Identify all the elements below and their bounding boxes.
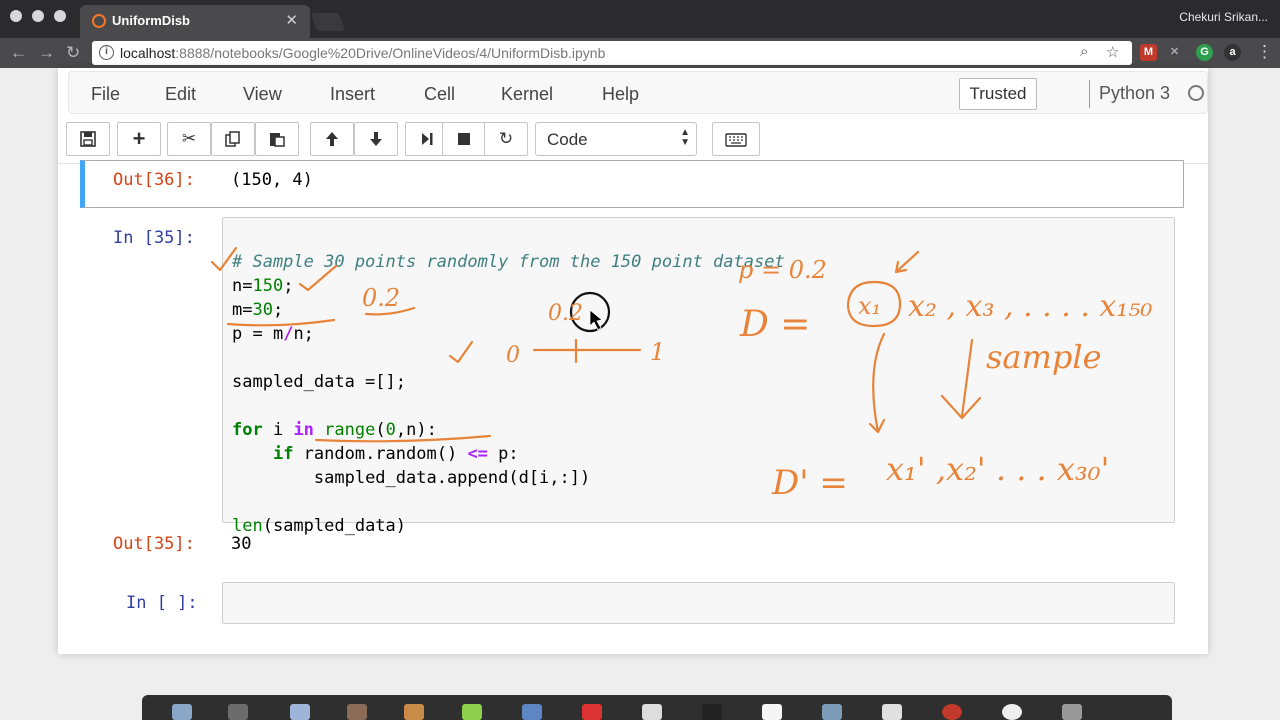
code-cell-input[interactable]: # Sample 30 points randomly from the 150… (222, 217, 1175, 536)
highlighter-tool-icon[interactable] (462, 704, 482, 720)
kernel-name[interactable]: Python 3 (1099, 83, 1170, 104)
select-arrows-icon: ▲ ▼ (680, 127, 690, 148)
pin-tool-icon[interactable] (582, 704, 602, 720)
move-down-button[interactable] (354, 122, 398, 156)
dock-app-icon[interactable] (228, 704, 248, 720)
notebook-header: File Edit View Insert Cell Kernel Help T… (58, 68, 1208, 164)
extension-x-icon[interactable]: ✕ (1166, 44, 1183, 61)
notebook-page: File Edit View Insert Cell Kernel Help T… (58, 68, 1208, 654)
paste-icon (270, 133, 285, 147)
dock-app-icon[interactable] (882, 704, 902, 720)
dock-app-icon[interactable] (347, 704, 367, 720)
tab-title: UniformDisb (112, 13, 190, 28)
save-icon (80, 131, 96, 147)
in-prompt-empty: In [ ]: (126, 593, 198, 613)
menu-file[interactable]: File (91, 84, 120, 105)
dock-app-icon[interactable] (822, 704, 842, 720)
back-icon[interactable]: ← (10, 43, 27, 63)
eraser-tool-icon[interactable] (642, 704, 662, 720)
cut-button[interactable]: ✂ (167, 122, 211, 156)
cell-type-value: Code (547, 130, 588, 149)
browser-tab[interactable]: UniformDisb ✕ (80, 5, 310, 38)
pencil-tool-icon[interactable] (404, 704, 424, 720)
extension-g-icon[interactable]: G (1196, 44, 1213, 61)
move-up-button[interactable] (310, 122, 354, 156)
step-forward-icon (422, 133, 433, 145)
code-comment: # Sample 30 points randomly from the 150… (232, 252, 785, 272)
annotation-dock (142, 695, 1172, 720)
out-prompt-35: Out[35]: (113, 534, 195, 554)
stop-icon (458, 133, 470, 145)
zoom-icon[interactable]: ⌕ (1080, 43, 1088, 60)
menu-edit[interactable]: Edit (165, 84, 196, 105)
dock-app-icon[interactable] (290, 704, 310, 720)
kernel-idle-icon (1188, 85, 1204, 101)
settings-gear-icon[interactable] (1062, 704, 1082, 720)
bookmark-star-icon[interactable]: ☆ (1106, 43, 1119, 61)
whiteboard-tool-icon[interactable] (762, 704, 782, 720)
address-bar: ← → ↻ i localhost:8888/notebooks/Google%… (0, 38, 1280, 68)
refresh-icon: ↻ (498, 129, 514, 148)
browser-tab-strip: UniformDisb ✕ Chekuri Srikan... (0, 0, 1280, 38)
pointer-tool-icon[interactable] (702, 704, 722, 720)
amazon-extension-icon[interactable]: a (1224, 44, 1241, 61)
paste-button[interactable] (255, 122, 299, 156)
output-35: 30 (231, 534, 252, 554)
new-tab-button[interactable] (310, 13, 346, 31)
url-field[interactable]: i localhost:8888/notebooks/Google%20Driv… (92, 41, 1132, 65)
info-icon[interactable]: i (99, 45, 114, 60)
plus-icon: + (132, 126, 146, 151)
jupyter-favicon-icon (92, 14, 106, 28)
forward-icon[interactable]: → (38, 43, 55, 63)
menu-help[interactable]: Help (602, 84, 639, 105)
restart-kernel-button[interactable]: ↻ (484, 122, 528, 156)
record-icon[interactable] (942, 704, 962, 720)
menu-insert[interactable]: Insert (330, 84, 375, 105)
copy-icon (225, 131, 240, 147)
menu-view[interactable]: View (243, 84, 282, 105)
browser-menu-icon[interactable]: ⋮ (1256, 42, 1273, 62)
reload-icon[interactable]: ↻ (66, 43, 80, 63)
output-36: (150, 4) (231, 170, 313, 190)
dock-app-icon[interactable] (172, 704, 192, 720)
profile-name[interactable]: Chekuri Srikan... (1179, 10, 1268, 24)
empty-code-cell[interactable] (222, 582, 1175, 624)
insert-cell-button[interactable]: + (117, 122, 161, 156)
code-block: # Sample 30 points randomly from the 150… (232, 252, 785, 536)
in-prompt-35: In [35]: (113, 228, 195, 248)
gmail-extension-icon[interactable]: M (1140, 44, 1157, 61)
tab-close-icon[interactable]: ✕ (285, 11, 298, 29)
menu-kernel[interactable]: Kernel (501, 84, 553, 105)
arrow-up-icon (326, 132, 338, 146)
text-tool-icon[interactable] (522, 704, 542, 720)
maximize-window-button[interactable] (54, 10, 66, 22)
out-prompt-36: Out[36]: (113, 170, 195, 190)
copy-button[interactable] (211, 122, 255, 156)
kernel-separator (1089, 80, 1090, 108)
trusted-indicator[interactable]: Trusted (959, 78, 1037, 110)
url-text[interactable]: localhost:8888/notebooks/Google%20Drive/… (120, 45, 605, 61)
arrow-down-icon (370, 132, 382, 146)
keyboard-icon (725, 133, 747, 147)
menu-cell[interactable]: Cell (424, 84, 455, 105)
scissors-icon: ✂ (181, 129, 197, 148)
command-palette-button[interactable] (712, 122, 760, 156)
interrupt-kernel-button[interactable] (442, 122, 486, 156)
menubar: File Edit View Insert Cell Kernel Help T… (68, 71, 1208, 114)
dock-app-icon[interactable] (1002, 704, 1022, 720)
save-button[interactable] (66, 122, 110, 156)
close-window-button[interactable] (10, 10, 22, 22)
minimize-window-button[interactable] (32, 10, 44, 22)
cell-type-select[interactable]: Code ▲ ▼ (535, 122, 697, 156)
